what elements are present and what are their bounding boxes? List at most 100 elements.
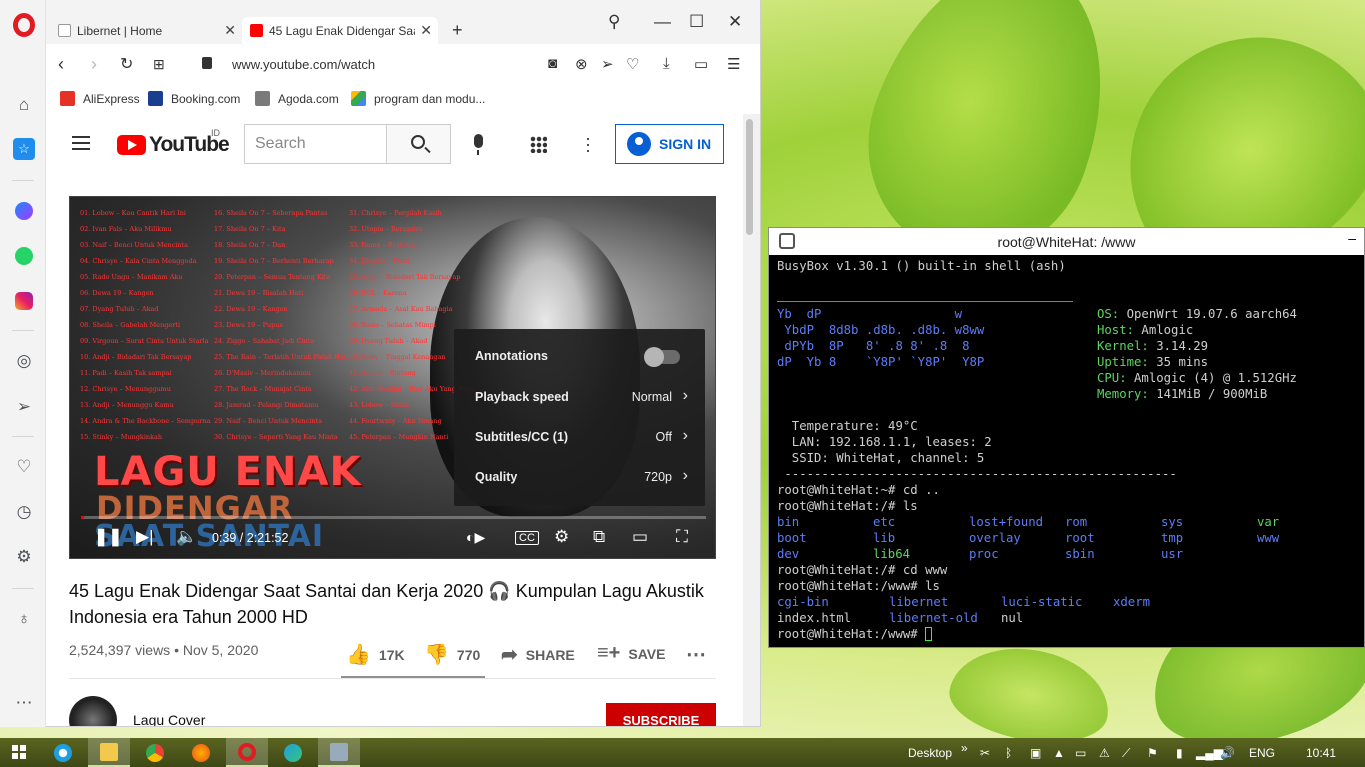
network-signal-icon[interactable]: ▂▄▆	[1196, 746, 1223, 760]
taskbar-edge[interactable]	[272, 738, 314, 767]
back-icon[interactable]: ‹	[58, 54, 64, 75]
more-vert-icon[interactable]: · · ·	[585, 129, 591, 159]
sign-in-button[interactable]: SIGN IN	[615, 124, 724, 164]
pause-icon[interactable]: ❚❚	[94, 527, 123, 547]
next-icon[interactable]: ▶|	[136, 527, 154, 547]
toolbar-chevron[interactable]: »	[961, 741, 968, 755]
banner-underline	[777, 301, 1073, 302]
tabs-grid-icon[interactable]: ⊞	[153, 56, 165, 73]
search-input[interactable]: Search	[244, 124, 387, 164]
search-button[interactable]	[386, 124, 451, 164]
tray-triangle-icon[interactable]: ▲	[1053, 746, 1065, 760]
heart-icon[interactable]: ♡	[13, 456, 35, 478]
volume-icon[interactable]: 🔈	[176, 527, 197, 547]
setting-quality[interactable]: Quality 720p ›	[454, 457, 705, 497]
url-field[interactable]: www.youtube.com/watch	[232, 57, 375, 72]
bookmark-aliexpress[interactable]: AliExpress	[60, 91, 140, 106]
drive-icon	[351, 91, 366, 106]
channel-name[interactable]: Lagu Cover	[133, 712, 205, 726]
new-tab-button[interactable]: +	[444, 17, 470, 44]
language-indicator[interactable]: ENG	[1249, 746, 1275, 760]
taskbar-firefox[interactable]	[180, 738, 222, 767]
battery-saver-icon[interactable]: ▭	[694, 55, 708, 73]
whatsapp-icon[interactable]	[13, 245, 35, 267]
tray-flag-icon[interactable]: ⚑	[1147, 746, 1158, 760]
tab-libernet[interactable]: Libernet | Home ✕	[50, 17, 242, 44]
minimize-icon[interactable]: —	[654, 12, 671, 32]
theater-mode-icon[interactable]: ▭	[632, 527, 648, 547]
channel-avatar[interactable]	[69, 696, 117, 726]
search-tabs-icon[interactable]: ⚲	[608, 12, 620, 32]
bookmark-heart-icon[interactable]: ♡	[626, 55, 639, 73]
fullscreen-icon[interactable]: ⛶	[676, 527, 688, 547]
tray-monitor-icon[interactable]: ▭	[1075, 746, 1086, 760]
like-button[interactable]: 👍 17K	[346, 642, 405, 667]
bookmark-agoda[interactable]: Agoda.com	[255, 91, 339, 106]
tray-app-icon[interactable]: ▣	[1030, 746, 1041, 760]
bookmark-program[interactable]: program dan modu...	[351, 91, 485, 106]
annotations-toggle[interactable]	[644, 347, 680, 367]
setting-subtitles[interactable]: Subtitles/CC (1) Off ›	[454, 417, 705, 457]
more-icon[interactable]: ⋯	[13, 692, 35, 714]
forward-icon[interactable]: ›	[91, 54, 97, 75]
close-tab-icon[interactable]: ✕	[420, 22, 432, 39]
tray-network-tool-icon[interactable]: ✂	[980, 746, 990, 760]
subscribe-button[interactable]: SUBSCRIBE	[606, 703, 716, 726]
desktop-toolbar-label[interactable]: Desktop	[908, 746, 952, 760]
scrollbar-thumb[interactable]	[746, 119, 753, 235]
settings-icon[interactable]: ⚙	[13, 546, 35, 568]
taskbar-putty[interactable]	[318, 738, 360, 767]
home-icon[interactable]: ⌂	[13, 94, 35, 116]
clock[interactable]: 10:41	[1306, 746, 1336, 760]
volume-icon[interactable]: 🔊	[1220, 746, 1235, 760]
player-icon[interactable]: ◎	[13, 350, 35, 372]
microphone-icon[interactable]	[474, 134, 483, 155]
terminal-output[interactable]: BusyBox v1.30.1 () built-in shell (ash) …	[777, 258, 1362, 690]
tab-youtube[interactable]: 45 Lagu Enak Didengar Saat ✕	[242, 17, 438, 44]
more-actions-icon[interactable]: ⋯	[686, 642, 706, 667]
snapshot-icon[interactable]: ◙	[548, 55, 557, 72]
tray-pen-icon[interactable]: ⟋	[1122, 746, 1130, 761]
taskbar-chrome[interactable]	[134, 738, 176, 767]
windows-start-icon[interactable]	[12, 745, 26, 759]
page-scrollbar[interactable]	[743, 114, 760, 726]
messenger-icon[interactable]	[13, 200, 35, 222]
captions-icon[interactable]: CC	[515, 531, 539, 545]
speed-dial-icon[interactable]: ☆	[13, 138, 35, 160]
minimize-icon[interactable]: –	[1348, 230, 1356, 246]
bluetooth-icon[interactable]: ᛒ	[1005, 746, 1012, 760]
progress-bar[interactable]	[81, 516, 706, 519]
maximize-icon[interactable]: ☐	[689, 12, 704, 32]
save-button[interactable]: ≡+ SAVE	[597, 642, 665, 665]
autoplay-toggle-icon[interactable]: ◐▶	[466, 529, 485, 546]
share-button[interactable]: ➦ SHARE	[501, 642, 575, 667]
send-page-icon[interactable]: ➢	[601, 55, 614, 73]
booking-icon	[148, 91, 163, 106]
adblock-icon[interactable]: ⊗	[575, 55, 588, 73]
reload-icon[interactable]: ↻	[120, 54, 133, 74]
dislike-button[interactable]: 👎 770	[424, 642, 480, 667]
close-window-icon[interactable]: ✕	[728, 12, 742, 32]
send-icon[interactable]: ➢	[13, 396, 35, 418]
setting-playback-speed[interactable]: Playback speed Normal ›	[454, 377, 705, 417]
song-entry: 06. Dewa 19 – Kangen	[80, 289, 154, 297]
taskbar-ie[interactable]	[42, 738, 84, 767]
easy-setup-icon[interactable]: ☰	[727, 55, 740, 73]
instagram-icon[interactable]	[13, 290, 35, 312]
taskbar-opera[interactable]	[226, 738, 268, 767]
lightbulb-icon[interactable]: ♁	[13, 608, 35, 630]
taskbar-explorer[interactable]	[88, 738, 130, 767]
history-icon[interactable]: ◷	[13, 501, 35, 523]
setting-annotations[interactable]: Annotations	[454, 336, 705, 376]
tray-device-icon[interactable]: ⚠	[1099, 746, 1110, 760]
miniplayer-icon[interactable]: ⧉	[593, 527, 605, 547]
opera-menu-icon[interactable]	[13, 13, 35, 37]
settings-gear-icon[interactable]: ⚙	[554, 527, 569, 547]
hamburger-menu-icon[interactable]	[72, 136, 90, 150]
video-player[interactable]: 01. Lobow – Kau Cantik Hari Ini 02. Ivan …	[69, 196, 716, 559]
close-tab-icon[interactable]: ✕	[224, 22, 236, 39]
bookmark-booking[interactable]: Booking.com	[148, 91, 240, 106]
download-icon[interactable]: ⤓	[663, 55, 670, 72]
apps-grid-icon[interactable]	[530, 136, 547, 153]
battery-icon[interactable]: ▮	[1176, 746, 1183, 760]
